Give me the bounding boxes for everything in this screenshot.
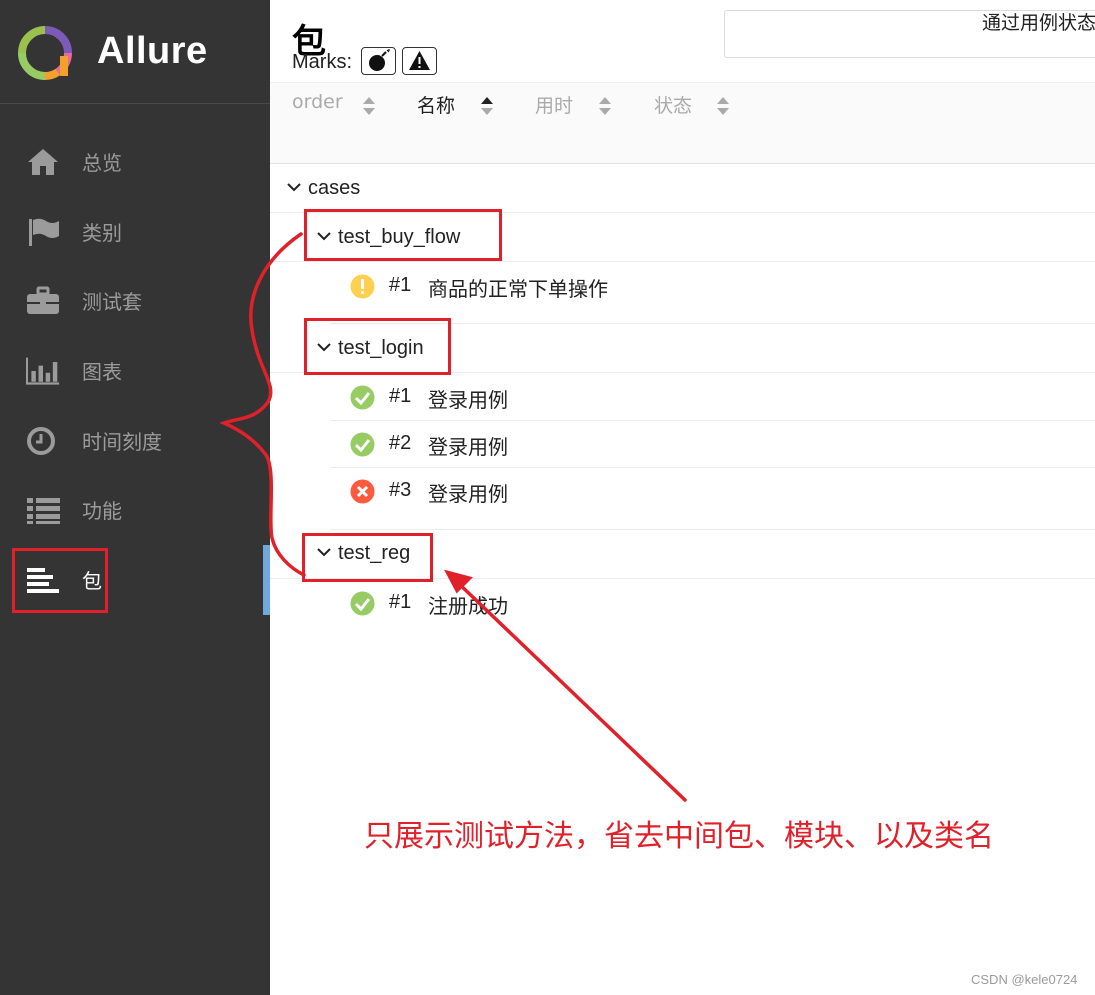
watermark: CSDN @kele0724 xyxy=(971,972,1078,987)
sidebar-item-overview[interactable]: 总览 xyxy=(0,131,270,191)
bomb-icon xyxy=(369,49,390,71)
test-case-number: #2 xyxy=(389,432,412,454)
test-case-row[interactable]: #3 登录用例 xyxy=(330,468,1095,530)
test-case-name: 登录用例 xyxy=(428,435,508,459)
test-case-row[interactable]: #1 登录用例 xyxy=(330,374,1095,421)
home-icon xyxy=(28,149,58,175)
sidebar-item-behaviors[interactable]: 功能 xyxy=(0,479,270,539)
allure-logo-icon xyxy=(18,26,72,80)
sort-name[interactable]: 名称 xyxy=(417,91,455,118)
briefcase-icon xyxy=(27,286,59,314)
bar-chart-icon xyxy=(26,357,60,385)
test-case-number: #1 xyxy=(389,274,412,296)
sort-toolbar: order 名称 用时 状态 xyxy=(270,82,1095,164)
sidebar-item-categories[interactable]: 类别 xyxy=(0,201,270,261)
brand: Allure xyxy=(0,0,270,104)
test-case-name: 登录用例 xyxy=(428,388,508,412)
sort-asc-icon[interactable] xyxy=(480,96,494,116)
tree-group-label: cases xyxy=(308,177,361,199)
sidebar-item-label: 总览 xyxy=(82,151,122,175)
passed-status-icon xyxy=(350,591,375,616)
passed-status-icon xyxy=(350,432,375,457)
sort-order[interactable]: order xyxy=(292,91,343,113)
annotation-text: 只展示测试方法，省去中间包、模块、以及类名 xyxy=(364,819,994,854)
clock-icon xyxy=(27,427,55,455)
sidebar: Allure 总览 类别 测试套 图表 时间刻度 功能 包 xyxy=(0,0,270,995)
sidebar-item-label: 功能 xyxy=(82,499,122,523)
sidebar-item-label: 时间刻度 xyxy=(82,430,162,454)
sidebar-item-timeline[interactable]: 时间刻度 xyxy=(0,410,270,470)
sort-duration[interactable]: 用时 xyxy=(535,91,573,118)
test-case-row[interactable]: #2 登录用例 xyxy=(330,421,1095,468)
marks-label: Marks: xyxy=(292,51,352,73)
mark-flaky-button[interactable] xyxy=(361,47,396,75)
sidebar-item-label: 测试套 xyxy=(82,290,142,314)
list-icon xyxy=(27,498,60,524)
test-case-number: #3 xyxy=(389,479,412,501)
brand-name: Allure xyxy=(97,30,208,72)
annotation-box-packages-nav xyxy=(12,548,108,613)
sidebar-item-graphs[interactable]: 图表 xyxy=(0,340,270,400)
sidebar-item-label: 类别 xyxy=(82,221,122,245)
sort-status[interactable]: 状态 xyxy=(654,91,692,118)
test-case-number: #1 xyxy=(389,385,412,407)
failed-status-icon xyxy=(350,479,375,504)
tree-group-cases[interactable]: cases xyxy=(270,165,1095,213)
broken-status-icon xyxy=(350,274,375,299)
test-case-name: 商品的正常下单操作 xyxy=(428,277,608,301)
test-case-row[interactable]: #1 商品的正常下单操作 xyxy=(330,263,1095,324)
flag-icon xyxy=(29,218,59,246)
sort-arrows-icon[interactable] xyxy=(362,96,376,116)
test-case-row[interactable]: #1 注册成功 xyxy=(330,580,1095,627)
test-case-name: 登录用例 xyxy=(428,482,508,506)
test-case-name: 注册成功 xyxy=(428,594,508,618)
status-filter-label: 通过用例状态 xyxy=(982,12,1095,34)
sidebar-item-suites[interactable]: 测试套 xyxy=(0,270,270,330)
test-case-number: #1 xyxy=(389,591,412,613)
sort-arrows-icon[interactable] xyxy=(716,96,730,116)
annotation-box-test-reg xyxy=(302,533,433,582)
chevron-down-icon xyxy=(287,183,301,192)
sort-arrows-icon[interactable] xyxy=(598,96,612,116)
annotation-box-test-buy-flow xyxy=(304,209,502,261)
annotation-box-test-login xyxy=(304,318,451,375)
passed-status-icon xyxy=(350,385,375,410)
active-indicator xyxy=(263,545,270,615)
sidebar-item-label: 图表 xyxy=(82,360,122,384)
warning-icon xyxy=(409,51,430,70)
mark-known-button[interactable] xyxy=(402,47,437,75)
